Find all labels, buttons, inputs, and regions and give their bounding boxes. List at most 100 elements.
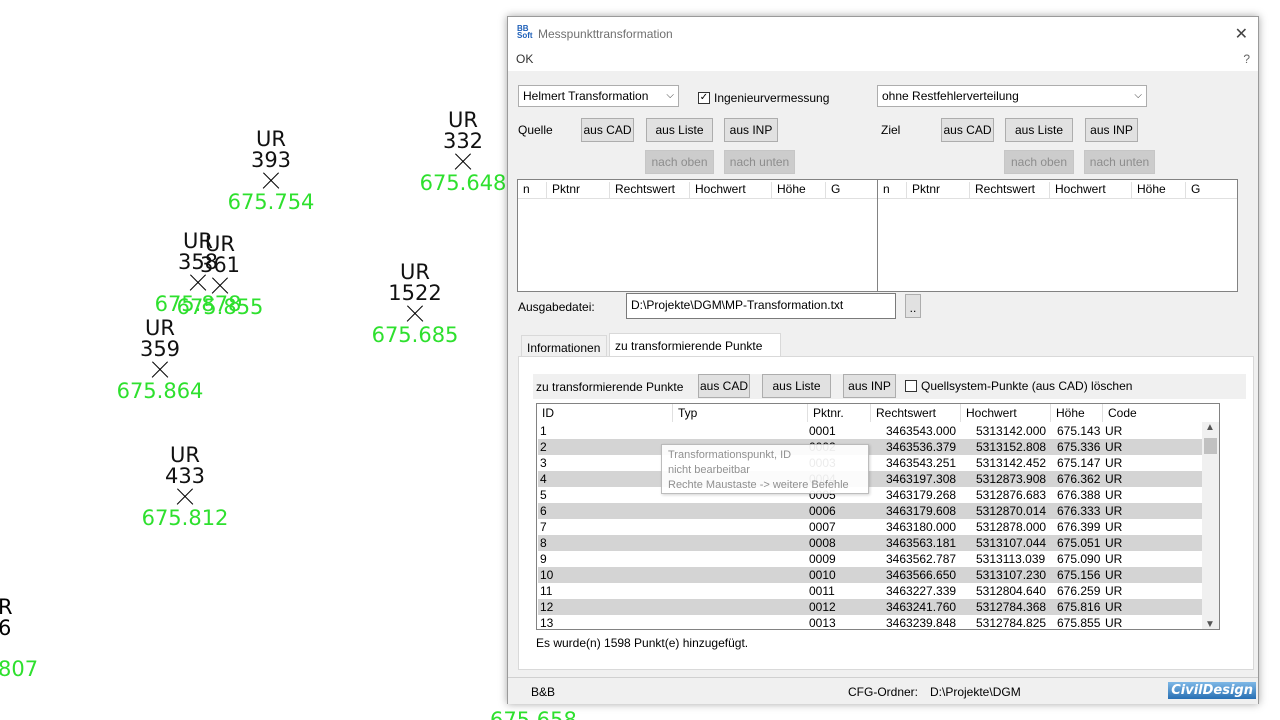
output-file-input[interactable]: D:\Projekte\DGM\MP-Transformation.txt <box>626 293 896 319</box>
target-label: Ziel <box>881 123 901 137</box>
cell-rechtswert: 3463563.181 <box>886 536 957 550</box>
tooltip: Transformationspunkt, ID nicht bearbeitb… <box>661 444 869 494</box>
table-row[interactable]: 5 0005 3463179.268 5312876.683 676.388 UR <box>538 487 1202 503</box>
menu-help[interactable]: ? <box>1243 52 1250 66</box>
cell-rechtswert: 3463543.251 <box>886 456 957 470</box>
point-cross-icon <box>151 361 169 379</box>
cell-pktnr: 0007 <box>809 520 836 534</box>
cell-hochwert: 5312784.825 <box>976 616 1047 630</box>
delete-source-checkbox[interactable] <box>905 380 917 392</box>
scroll-down-icon[interactable]: ▼ <box>1205 619 1215 629</box>
source-move-down-button[interactable]: nach unten <box>724 150 795 174</box>
cell-hoehe: 675.090 <box>1057 552 1101 566</box>
table-row[interactable]: 11 0011 3463227.339 5312804.640 676.259 UR <box>538 583 1202 599</box>
survey-point[interactable]: UR 393 675.754 <box>191 129 351 215</box>
chevron-down-icon: ⌵ <box>1134 90 1142 101</box>
grid-col-rechtswert[interactable]: Rechtswert <box>609 182 675 198</box>
cell-code: UR <box>1105 504 1123 518</box>
grid-col-rechtswert[interactable]: Rechtswert <box>969 182 1035 198</box>
tab-informationen[interactable]: Informationen <box>521 335 607 357</box>
survey-point[interactable]: UR 433 675.812 <box>105 445 265 531</box>
points-from-cad-button[interactable]: aus CAD <box>698 374 750 398</box>
title-bar[interactable]: BB Soft Messpunkttransformation ✕ <box>508 17 1258 49</box>
survey-point[interactable]: UR 1522 675.685 <box>335 262 495 348</box>
grid-col-pktnr[interactable]: Pktnr <box>906 182 940 198</box>
col-rechtswert[interactable]: Rechtswert <box>870 404 960 422</box>
survey-point[interactable]: UR 361 675.855 <box>140 234 300 320</box>
ingenieur-checkbox[interactable]: ✓ <box>698 92 710 104</box>
col-pktnr[interactable]: Pktnr. <box>807 404 870 422</box>
cell-hochwert: 5312873.908 <box>976 472 1047 486</box>
col-typ[interactable]: Typ <box>672 404 807 422</box>
tab-points[interactable]: zu transformierende Punkte <box>609 333 781 357</box>
grid-header: n Pktnr Rechtswert Hochwert Höhe G <box>518 180 877 199</box>
points-from-inp-button[interactable]: aus INP <box>843 374 896 398</box>
scroll-thumb[interactable] <box>1204 438 1217 454</box>
point-number: 1522 <box>388 281 442 305</box>
cell-code: UR <box>1105 520 1123 534</box>
grid-col-g[interactable]: G <box>1185 182 1200 198</box>
source-from-list-button[interactable]: aus Liste <box>646 118 713 142</box>
table-row[interactable]: 7 0007 3463180.000 5312878.000 676.399 UR <box>538 519 1202 535</box>
table-row[interactable]: 8 0008 3463563.181 5313107.044 675.051 UR <box>538 535 1202 551</box>
cell-hochwert: 5313107.044 <box>976 536 1047 550</box>
cell-hoehe: 675.051 <box>1057 536 1101 550</box>
menu-bar: OK ? <box>508 49 1258 71</box>
table-row[interactable]: 1 0001 3463543.000 5313142.000 675.143 UR <box>538 423 1202 439</box>
cell-rechtswert: 3463562.787 <box>886 552 957 566</box>
cell-code: UR <box>1105 616 1123 630</box>
grid-col-hochwert[interactable]: Hochwert <box>1049 182 1106 198</box>
method-select[interactable]: Helmert Transformation ⌵ <box>518 85 679 107</box>
point-cross-icon <box>406 305 424 323</box>
residual-select[interactable]: ohne Restfehlerverteilung ⌵ <box>877 85 1147 107</box>
points-from-list-button[interactable]: aus Liste <box>762 374 831 398</box>
table-row[interactable]: 10 0010 3463566.650 5313107.230 675.156 UR <box>538 567 1202 583</box>
scroll-up-icon[interactable]: ▲ <box>1205 422 1215 433</box>
table-row[interactable]: 6 0006 3463179.608 5312870.014 676.333 UR <box>538 503 1202 519</box>
col-hochwert[interactable]: Hochwert <box>960 404 1050 422</box>
grid-col-pktnr[interactable]: Pktnr <box>546 182 580 198</box>
cell-id: 4 <box>540 472 547 486</box>
col-code[interactable]: Code <box>1102 404 1182 422</box>
target-points-grid[interactable]: n Pktnr Rechtswert Hochwert Höhe G <box>877 179 1238 292</box>
points-table[interactable]: ID Typ Pktnr. Rechtswert Hochwert Höhe C… <box>536 403 1220 630</box>
grid-col-hoehe[interactable]: Höhe <box>1131 182 1166 198</box>
menu-ok[interactable]: OK <box>516 52 533 66</box>
close-icon[interactable]: ✕ <box>1235 24 1248 44</box>
source-from-cad-button[interactable]: aus CAD <box>581 118 634 142</box>
table-row[interactable]: 200023463536.3795313152.808675.336UR <box>538 439 1202 455</box>
status-cfg-path: D:\Projekte\DGM <box>930 685 1021 699</box>
survey-point-partial[interactable]: 675.658 <box>490 704 590 720</box>
target-move-up-button[interactable]: nach oben <box>1004 150 1074 174</box>
grid-col-n[interactable]: n <box>518 182 530 198</box>
table-row[interactable]: 13 0013 3463239.848 5312784.825 675.855 UR <box>538 615 1202 630</box>
cell-pktnr: 0012 <box>809 600 836 614</box>
browse-button[interactable]: .. <box>905 294 921 318</box>
chevron-down-icon: ⌵ <box>666 90 674 101</box>
source-from-inp-button[interactable]: aus INP <box>724 118 778 142</box>
target-from-list-button[interactable]: aus Liste <box>1005 118 1073 142</box>
grid-col-hochwert[interactable]: Hochwert <box>689 182 746 198</box>
target-from-cad-button[interactable]: aus CAD <box>941 118 994 142</box>
target-from-inp-button[interactable]: aus INP <box>1085 118 1138 142</box>
source-label: Quelle <box>518 123 553 137</box>
delete-source-label: Quellsystem-Punkte (aus CAD) löschen <box>921 379 1133 393</box>
source-move-up-button[interactable]: nach oben <box>645 150 714 174</box>
cell-hoehe: 676.399 <box>1057 520 1101 534</box>
col-id[interactable]: ID <box>537 404 672 422</box>
grid-col-hoehe[interactable]: Höhe <box>771 182 806 198</box>
table-scrollbar[interactable]: ▲ ▼ <box>1202 422 1219 629</box>
source-points-grid[interactable]: n Pktnr Rechtswert Hochwert Höhe G <box>517 179 878 292</box>
table-row[interactable]: 400043463197.3085312873.908676.362UR <box>538 471 1202 487</box>
point-cross-icon <box>262 172 280 190</box>
grid-col-n[interactable]: n <box>878 182 890 198</box>
table-row[interactable]: 12 0012 3463241.760 5312784.368 675.816 UR <box>538 599 1202 615</box>
table-row[interactable]: 300033463543.2515313142.452675.147UR <box>538 455 1202 471</box>
col-hoehe[interactable]: Höhe <box>1050 404 1102 422</box>
point-cross-icon <box>176 488 194 506</box>
cell-hochwert: 5313142.000 <box>976 424 1047 438</box>
grid-col-g[interactable]: G <box>825 182 840 198</box>
survey-point[interactable]: UR 359 675.864 <box>80 318 240 404</box>
table-row[interactable]: 9 0009 3463562.787 5313113.039 675.090 UR <box>538 551 1202 567</box>
target-move-down-button[interactable]: nach unten <box>1084 150 1155 174</box>
